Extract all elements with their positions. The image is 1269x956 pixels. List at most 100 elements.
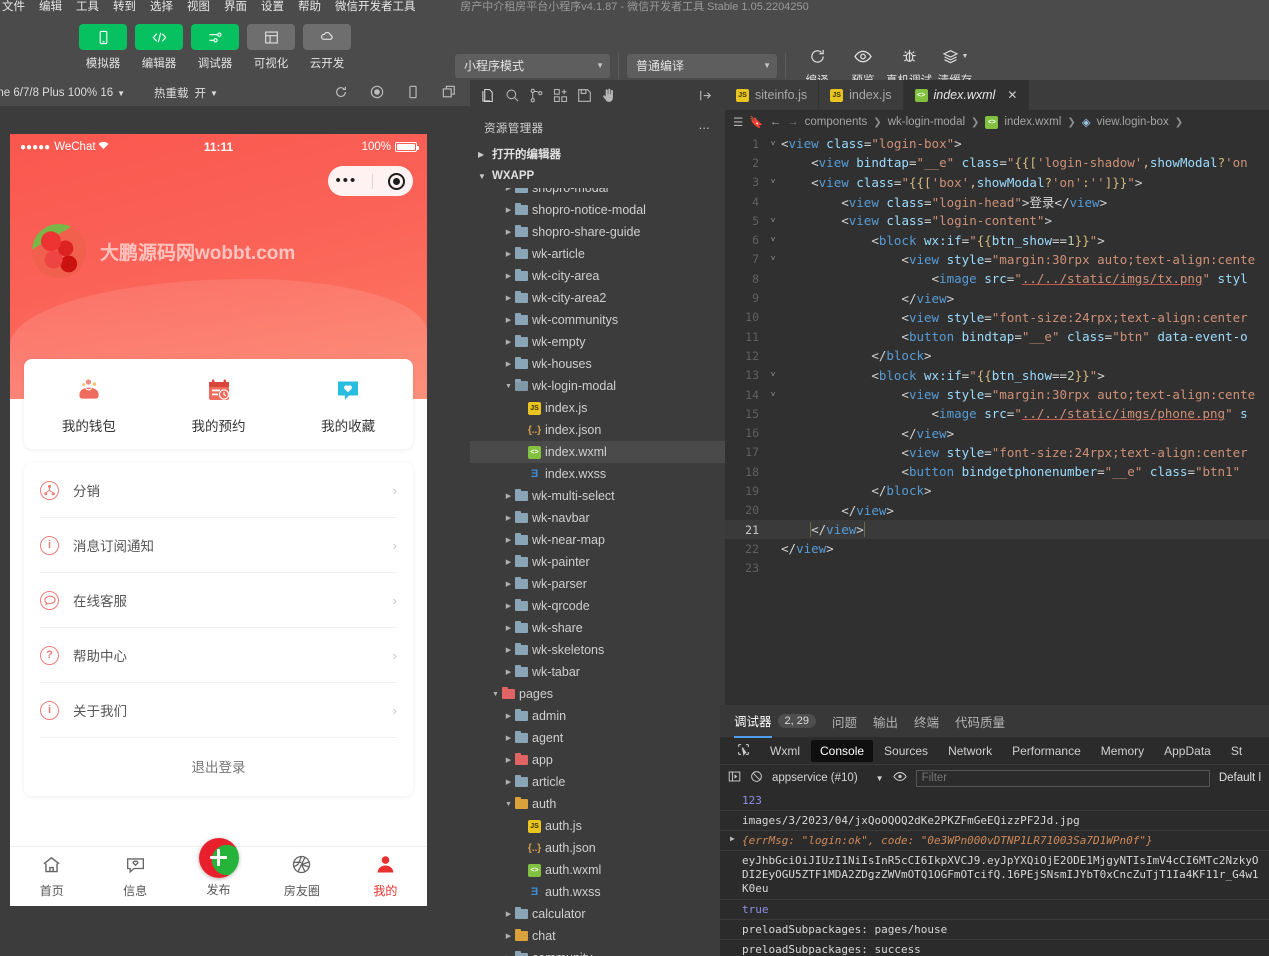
window-icon[interactable] — [442, 85, 456, 102]
quick-action-1[interactable]: 我的预约 — [154, 377, 284, 435]
tree-item-12[interactable]: <>index.wxml — [470, 441, 725, 463]
project-section[interactable]: ▼ WXAPP — [470, 165, 725, 187]
debug-hand-icon[interactable] — [601, 88, 616, 106]
devtools-tab-Wxml[interactable]: Wxml — [761, 740, 809, 762]
tree-item-18[interactable]: ▶wk-parser — [470, 573, 725, 595]
tree-item-15[interactable]: ▶wk-navbar — [470, 507, 725, 529]
tree-item-7[interactable]: ▶wk-empty — [470, 331, 725, 353]
outline-icon[interactable]: ☰ — [733, 115, 743, 129]
tree-item-22[interactable]: ▶wk-tabar — [470, 661, 725, 683]
tree-item-13[interactable]: Ǝindex.wxss — [470, 463, 725, 485]
fold-chevron-icon[interactable]: ˅ — [765, 370, 781, 380]
code-line-5[interactable]: 5˅ <view class="login-content"> — [725, 211, 1269, 230]
quick-action-0[interactable]: 我的钱包 — [24, 377, 154, 435]
console-level-select[interactable]: Default l — [1219, 772, 1261, 784]
fold-chevron-icon[interactable]: ˅ — [765, 177, 781, 187]
tree-item-3[interactable]: ▶wk-article — [470, 243, 725, 265]
menu-item-1[interactable]: 编辑 — [32, 0, 69, 15]
logout-button[interactable]: 退出登录 — [40, 738, 397, 796]
tree-item-21[interactable]: ▶wk-skeletons — [470, 639, 725, 661]
fold-chevron-icon[interactable]: ˅ — [765, 254, 781, 264]
devtools-tab-Sources[interactable]: Sources — [875, 740, 937, 762]
tree-item-30[interactable]: {..}auth.json — [470, 837, 725, 859]
refresh-icon[interactable] — [334, 85, 348, 102]
tree-item-29[interactable]: JSauth.js — [470, 815, 725, 837]
explorer-more-icon[interactable]: ⋯ — [699, 121, 712, 135]
code-line-12[interactable]: 12 </block> — [725, 346, 1269, 365]
debugger-tab-调试器[interactable]: 调试器 — [734, 705, 772, 738]
tabbar-item-0[interactable]: 首页 — [10, 854, 93, 899]
code-line-13[interactable]: 13˅ <block wx:if="{{btn_show==2}}"> — [725, 366, 1269, 385]
toolbar-button-0[interactable]: 模拟器 — [78, 24, 128, 71]
expand-icon[interactable]: ▶ — [730, 834, 735, 843]
mode-select[interactable]: 小程序模式 ▼ — [455, 54, 610, 78]
code-line-7[interactable]: 7˅ <view style="margin:30rpx auto;text-a… — [725, 250, 1269, 269]
device-icon[interactable] — [406, 85, 420, 102]
console-filter-input[interactable] — [916, 770, 1210, 787]
close-icon[interactable]: ✕ — [1007, 88, 1017, 102]
code-line-15[interactable]: 15 <image src="../../static/imgs/phone.p… — [725, 404, 1269, 423]
devtools-tab-Console[interactable]: Console — [811, 740, 873, 762]
tree-item-24[interactable]: ▶admin — [470, 705, 725, 727]
debugger-tab-终端[interactable]: 终端 — [914, 706, 939, 737]
code-line-9[interactable]: 9 </view> — [725, 288, 1269, 307]
back-arrow-icon[interactable]: ← — [770, 116, 782, 128]
tree-item-26[interactable]: ▶app — [470, 749, 725, 771]
code-line-4[interactable]: 4 <view class="login-head">登录</view> — [725, 192, 1269, 211]
save-icon[interactable] — [577, 88, 592, 106]
tree-item-14[interactable]: ▶wk-multi-select — [470, 485, 725, 507]
code-line-23[interactable]: 23 — [725, 559, 1269, 578]
eye-icon[interactable] — [893, 771, 907, 785]
tree-item-27[interactable]: ▶article — [470, 771, 725, 793]
tree-item-1[interactable]: ▶shopro-notice-modal — [470, 199, 725, 221]
code-line-11[interactable]: 11 <button bindtap="__e" class="btn" dat… — [725, 327, 1269, 346]
tree-item-25[interactable]: ▶agent — [470, 727, 725, 749]
menu-item-8[interactable]: 帮助 — [291, 0, 328, 15]
device-select[interactable]: one 6/7/8 Plus 100% 16 — [0, 87, 113, 99]
code-line-17[interactable]: 17 <view style="font-size:24rpx;text-ali… — [725, 443, 1269, 462]
tree-item-9[interactable]: ▼wk-login-modal — [470, 375, 725, 397]
tree-item-28[interactable]: ▼auth — [470, 793, 725, 815]
extensions-icon[interactable] — [553, 88, 568, 106]
close-target-icon[interactable] — [388, 173, 405, 190]
editor-tab-siteinfo.js[interactable]: JSsiteinfo.js — [725, 80, 819, 110]
toolbar-button-4[interactable]: 云开发 — [302, 24, 352, 71]
publish-icon[interactable] — [199, 838, 239, 878]
breadcrumb-item-3[interactable]: view.login-box — [1097, 116, 1169, 128]
code-line-21[interactable]: 21 </view> — [725, 520, 1269, 539]
debugger-tab-代码质量[interactable]: 代码质量 — [955, 706, 1005, 737]
compile-select[interactable]: 普通编译 ▼ — [627, 54, 777, 78]
more-icon[interactable]: ••• — [336, 176, 358, 186]
quick-action-2[interactable]: 我的收藏 — [283, 377, 413, 435]
tree-item-16[interactable]: ▶wk-near-map — [470, 529, 725, 551]
devtools-tab-AppData[interactable]: AppData — [1155, 740, 1220, 762]
tree-item-5[interactable]: ▶wk-city-area2 — [470, 287, 725, 309]
toolbar-button-3[interactable]: 可视化 — [246, 24, 296, 71]
menu-item-3[interactable]: 转到 — [106, 0, 143, 15]
record-icon[interactable] — [370, 85, 384, 102]
menu-item-5[interactable]: 视图 — [180, 0, 217, 15]
fold-chevron-icon[interactable]: ˅ — [765, 390, 781, 400]
collapse-panel-icon[interactable] — [699, 88, 714, 106]
tree-item-2[interactable]: ▶shopro-share-guide — [470, 221, 725, 243]
menu-item-2[interactable]: 工具 — [69, 0, 106, 15]
tabbar-item-2[interactable]: 发布 — [177, 856, 260, 898]
code-line-10[interactable]: 10 <view style="font-size:24rpx;text-ali… — [725, 308, 1269, 327]
search-icon[interactable] — [505, 88, 520, 106]
tree-item-31[interactable]: <>auth.wxml — [470, 859, 725, 881]
code-line-20[interactable]: 20 </view> — [725, 501, 1269, 520]
phone-menu-item-0[interactable]: 分销› — [40, 463, 397, 518]
menu-item-6[interactable]: 界面 — [217, 0, 254, 15]
wechat-capsule[interactable]: ••• — [328, 166, 413, 196]
breadcrumb-item-0[interactable]: components — [805, 116, 868, 128]
tabbar-item-4[interactable]: 我的 — [344, 854, 427, 899]
toolbar-button-2[interactable]: 调试器 — [190, 24, 240, 71]
debugger-tab-输出[interactable]: 输出 — [873, 706, 898, 737]
tree-item-19[interactable]: ▶wk-qrcode — [470, 595, 725, 617]
toolbar-button-1[interactable]: 编辑器 — [134, 24, 184, 71]
menu-item-9[interactable]: 微信开发者工具 — [328, 0, 423, 15]
devtools-tab-Performance[interactable]: Performance — [1003, 740, 1090, 762]
editor-tab-index.wxml[interactable]: <>index.wxml✕ — [904, 80, 1030, 110]
devtools-tab-St[interactable]: St — [1222, 740, 1251, 762]
fold-chevron-icon[interactable]: ˅ — [765, 235, 781, 245]
